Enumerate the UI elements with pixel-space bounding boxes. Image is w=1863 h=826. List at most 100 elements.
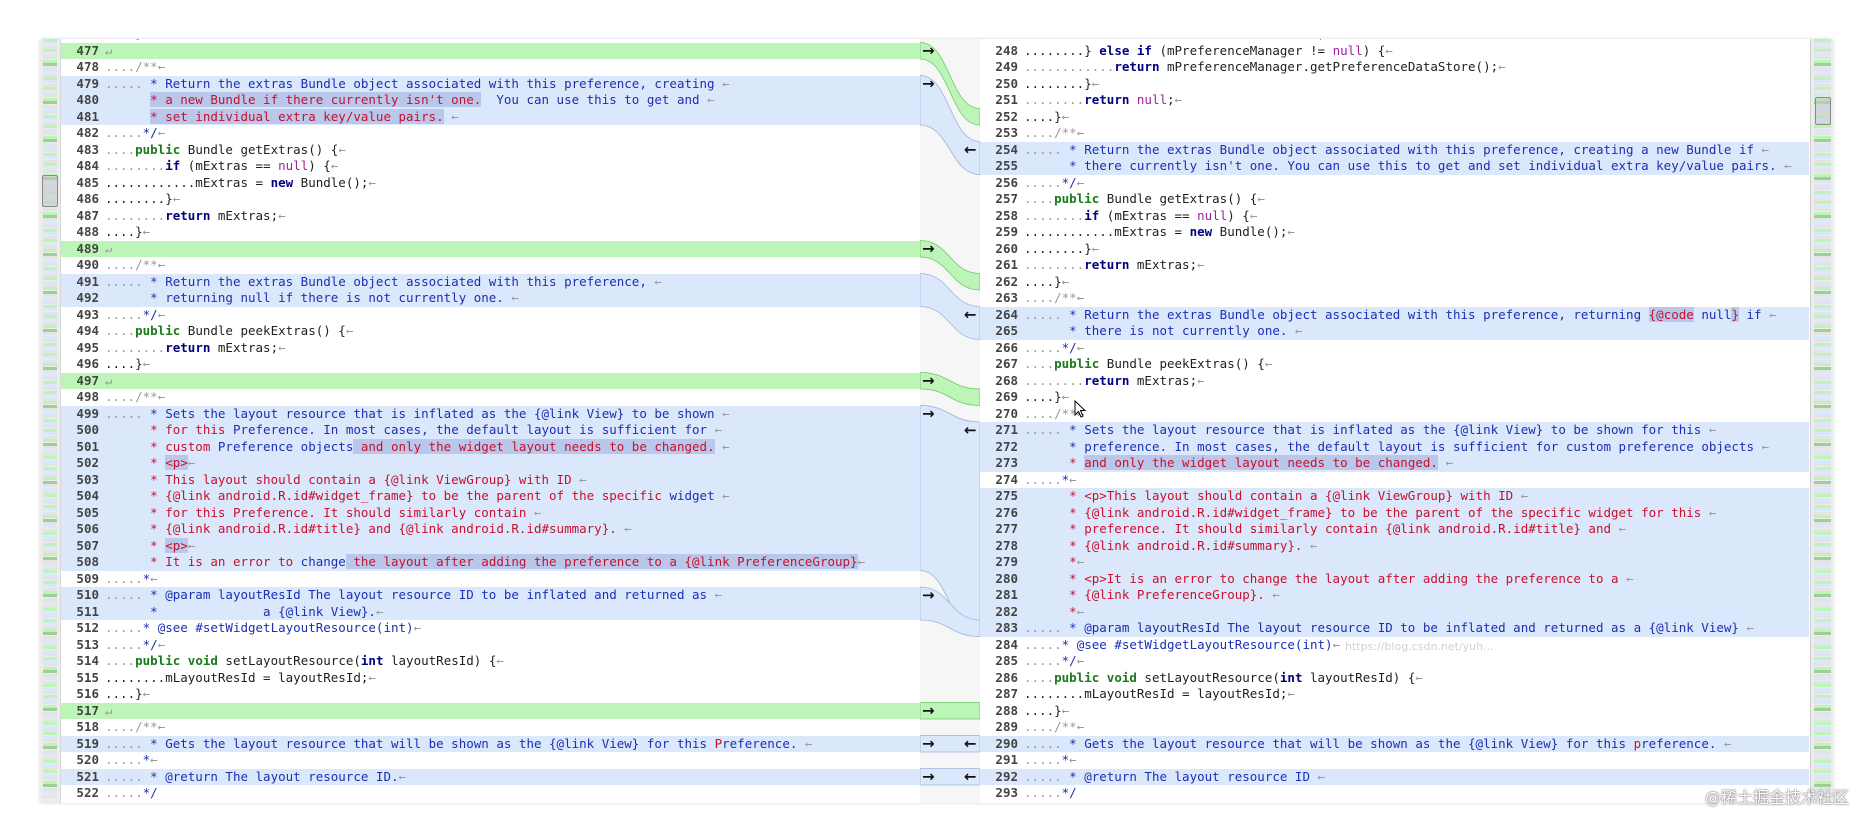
code-line[interactable]: 509 .....*← <box>61 571 920 588</box>
code-line[interactable]: 268 ........return mExtras;← <box>980 373 1809 390</box>
code-line[interactable]: 275 * <p>This layout should contain a {@… <box>980 488 1809 505</box>
code-line[interactable]: 248........} else if (mPreferenceManager… <box>980 43 1809 60</box>
code-line[interactable]: 501 * custom Preference objects and only… <box>61 438 920 455</box>
copy-to-left-arrow-icon[interactable]: ← <box>964 768 977 786</box>
code-line[interactable]: 292..... * @return The layout resource I… <box>980 768 1809 785</box>
code-line[interactable]: 253 ..../**← <box>980 125 1809 142</box>
right-editor-pane[interactable]: 247............return mPreferenceDataSto… <box>980 39 1809 803</box>
code-line[interactable]: 482 .....*/← <box>61 125 920 142</box>
copy-to-right-arrow-icon[interactable]: → <box>922 768 935 786</box>
code-line[interactable]: 505 * for this Preference. It should sim… <box>61 504 920 521</box>
code-line[interactable]: 510..... * @param layoutResId The layout… <box>61 587 920 604</box>
code-line[interactable]: 251 ........return null;← <box>980 92 1809 109</box>
code-line[interactable]: 272 * preference. In most cases, the def… <box>980 438 1809 455</box>
code-line[interactable]: 507 * <p>← <box>61 537 920 554</box>
code-line[interactable]: 488 ....}← <box>61 224 920 241</box>
code-line[interactable]: 506 * {@link android.R.id#title} and {@l… <box>61 521 920 538</box>
code-line[interactable]: 277 * preference. It should similarly co… <box>980 521 1809 538</box>
code-line[interactable]: 520 .....*← <box>61 752 920 769</box>
code-line[interactable]: 515 ........mLayoutResId = layoutResId;← <box>61 670 920 687</box>
code-line[interactable]: 286 ....public void setLayoutResource(int… <box>980 670 1809 687</box>
code-line[interactable]: 508 * It is an error to change the layou… <box>61 554 920 571</box>
code-line[interactable]: 496 ....}← <box>61 356 920 373</box>
code-line[interactable]: 293 .....*/ <box>980 785 1809 802</box>
code-line[interactable]: 278 * {@link android.R.id#summary}. ← <box>980 537 1809 554</box>
scroll-thumb[interactable] <box>1815 97 1831 125</box>
code-line[interactable]: 271..... * Sets the layout resource that… <box>980 422 1809 439</box>
code-line[interactable]: 502 * <p>← <box>61 455 920 472</box>
code-line[interactable]: 497 ↵ <box>61 372 920 389</box>
scroll-thumb[interactable] <box>42 175 58 207</box>
code-line[interactable]: 250 ........}← <box>980 76 1809 93</box>
copy-to-right-arrow-icon[interactable]: → <box>922 586 935 604</box>
code-line[interactable]: 514 ....public void setLayoutResource(int… <box>61 653 920 670</box>
code-line[interactable]: 491..... * Return the extras Bundle obje… <box>61 273 920 290</box>
code-line[interactable]: 252 ....}← <box>980 109 1809 126</box>
code-line[interactable]: 273 * and only the widget layout needs t… <box>980 455 1809 472</box>
code-line[interactable]: 285 .....*/← <box>980 653 1809 670</box>
code-line[interactable]: 484 ........if (mExtras == null) {← <box>61 158 920 175</box>
code-line[interactable]: 485 ............mExtras = new Bundle();← <box>61 175 920 192</box>
code-line[interactable]: 521..... * @return The layout resource I… <box>61 768 920 785</box>
code-line[interactable]: 267 ....public Bundle peekExtras() {← <box>980 356 1809 373</box>
code-line[interactable]: 495 ........return mExtras;← <box>61 340 920 357</box>
code-line[interactable]: 499..... * Sets the layout resource that… <box>61 405 920 422</box>
code-line[interactable]: 256 .....*/← <box>980 175 1809 192</box>
code-line[interactable]: 258 ........if (mExtras == null) {← <box>980 208 1809 225</box>
code-line[interactable]: 274 .....*← <box>980 472 1809 489</box>
right-overview-ruler[interactable] <box>1810 39 1833 803</box>
code-line[interactable]: 266 .....*/← <box>980 340 1809 357</box>
copy-to-left-arrow-icon[interactable]: ← <box>964 306 977 324</box>
copy-to-right-arrow-icon[interactable]: → <box>922 405 935 423</box>
code-line[interactable]: 486 ........}← <box>61 191 920 208</box>
copy-to-left-arrow-icon[interactable]: ← <box>964 421 977 439</box>
code-line[interactable]: 263 ..../**← <box>980 290 1809 307</box>
code-line[interactable]: 280 * <p>It is an error to change the la… <box>980 570 1809 587</box>
code-line[interactable]: 490 ..../**← <box>61 257 920 274</box>
code-line[interactable]: 289 ..../**← <box>980 719 1809 736</box>
code-line[interactable]: 512 .....* @see #setWidgetLayoutResource(… <box>61 620 920 637</box>
copy-to-right-arrow-icon[interactable]: → <box>922 42 935 60</box>
code-line[interactable]: 283..... * @param layoutResId The layout… <box>980 620 1809 637</box>
code-line[interactable]: 480 * a new Bundle if there currently is… <box>61 92 920 109</box>
code-line[interactable]: 288 ....}← <box>980 703 1809 720</box>
code-line[interactable]: 513 .....*/← <box>61 637 920 654</box>
code-line[interactable]: 481 * set individual extra key/value pai… <box>61 108 920 125</box>
code-line[interactable]: 477 ↵ <box>61 42 920 59</box>
code-line[interactable]: 498 ..../**← <box>61 389 920 406</box>
copy-to-right-arrow-icon[interactable]: → <box>922 240 935 258</box>
code-line[interactable]: 249 ............return mPreferenceManager… <box>980 59 1809 76</box>
left-editor-pane[interactable]: 476....}←477↵478..../**←479..... * Retur… <box>61 39 920 803</box>
code-line[interactable]: 494 ....public Bundle peekExtras() {← <box>61 323 920 340</box>
code-line[interactable]: 511 * a {@link View}.← <box>61 603 920 620</box>
copy-to-right-arrow-icon[interactable]: → <box>922 372 935 390</box>
code-line[interactable]: 516 ....}← <box>61 686 920 703</box>
code-line[interactable]: 291 .....*← <box>980 752 1809 769</box>
code-line[interactable]: 518 ..../**← <box>61 719 920 736</box>
code-line[interactable]: 290..... * Gets the layout resource that… <box>980 735 1809 752</box>
diff-connector-gutter[interactable]: → → ← → ← → → ← → → → ← → ← <box>920 39 980 803</box>
code-line[interactable]: 522 .....*/ <box>61 785 920 802</box>
code-line[interactable]: 483 ....public Bundle getExtras() {← <box>61 142 920 159</box>
code-line[interactable]: 487 ........return mExtras;← <box>61 208 920 225</box>
code-line[interactable]: 276 * {@link android.R.id#widget_frame} … <box>980 504 1809 521</box>
code-line[interactable]: 262 ....}← <box>980 274 1809 291</box>
code-line[interactable]: 282 *← <box>980 603 1809 620</box>
code-line[interactable]: 489 ↵ <box>61 240 920 257</box>
copy-to-right-arrow-icon[interactable]: → <box>922 702 935 720</box>
code-line[interactable]: 260 ........}← <box>980 241 1809 258</box>
copy-to-right-arrow-icon[interactable]: → <box>922 75 935 93</box>
left-overview-ruler[interactable] <box>40 39 61 803</box>
code-line[interactable]: 287 ........mLayoutResId = layoutResId;← <box>980 686 1809 703</box>
code-line[interactable]: 270..../**← <box>980 406 1809 423</box>
code-line[interactable]: 265 * there is not currently one. ← <box>980 323 1809 340</box>
code-line[interactable]: 504 * {@link android.R.id#widget_frame} … <box>61 488 920 505</box>
code-line[interactable]: 264..... * Return the extras Bundle obje… <box>980 306 1809 323</box>
code-line[interactable]: 279 *← <box>980 554 1809 571</box>
code-line[interactable]: 257 ....public Bundle getExtras() {← <box>980 191 1809 208</box>
code-line[interactable]: 259 ............mExtras = new Bundle();← <box>980 224 1809 241</box>
code-line[interactable]: 254..... * Return the extras Bundle obje… <box>980 141 1809 158</box>
copy-to-left-arrow-icon[interactable]: ← <box>964 735 977 753</box>
code-line[interactable]: 281 * {@link PreferenceGroup}. ← <box>980 587 1809 604</box>
code-line[interactable]: 500 * for this Preference. In most cases… <box>61 422 920 439</box>
